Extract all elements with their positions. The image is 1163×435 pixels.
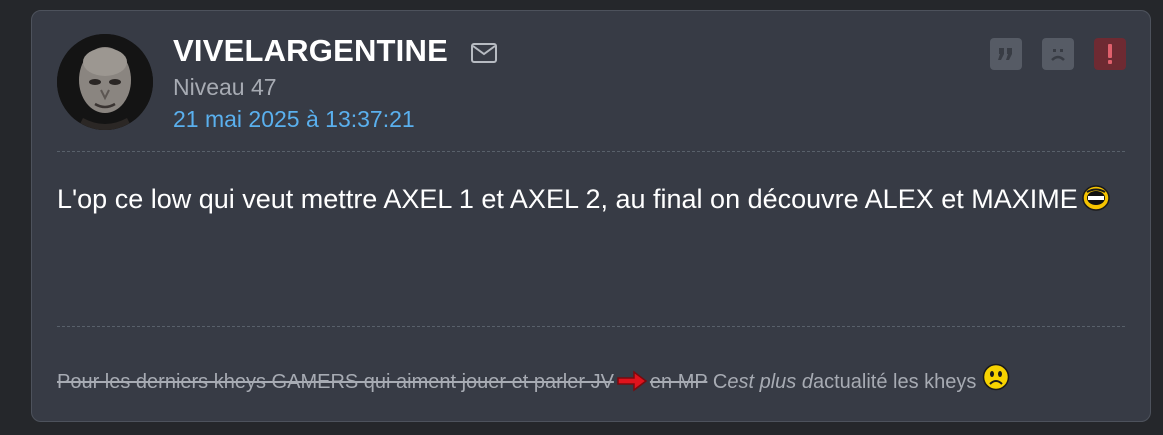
forum-post: VIVELARGENTINE Niveau 47 21 mai 2025 à 1… xyxy=(31,10,1151,422)
message-text: L'op ce low qui veut mettre AXEL 1 et AX… xyxy=(57,184,1078,214)
report-icon xyxy=(1108,44,1112,64)
signature-struck-text: Pour les derniers kheys GAMERS qui aimen… xyxy=(57,371,614,393)
avatar-image xyxy=(57,34,153,130)
worried-smiley-icon xyxy=(982,363,1010,397)
laughing-smiley-icon xyxy=(1082,182,1110,223)
red-arrow-icon xyxy=(616,370,648,398)
signature-struck-text-2: en MP xyxy=(649,371,708,393)
post-message: L'op ce low qui veut mettre AXEL 1 et AX… xyxy=(57,179,1117,223)
post-actions xyxy=(990,38,1126,70)
username[interactable]: VIVELARGENTINE xyxy=(173,33,448,69)
avatar[interactable] xyxy=(57,34,153,130)
signature-text-part3: actualité les kheys xyxy=(812,371,977,393)
signature-text-italic: est plus d xyxy=(727,371,813,393)
signature-text-part1: C xyxy=(712,371,728,393)
sad-face-icon xyxy=(1051,49,1065,61)
signature: Pour les derniers kheys GAMERS qui aimen… xyxy=(57,363,1010,398)
mail-icon[interactable] xyxy=(470,42,498,64)
signature-divider xyxy=(57,326,1125,327)
quote-icon xyxy=(998,48,1012,60)
sad-reaction-button[interactable] xyxy=(1042,38,1074,70)
user-level: Niveau 47 xyxy=(173,74,277,100)
post-date-link[interactable]: 21 mai 2025 à 13:37:21 xyxy=(173,106,415,133)
report-button[interactable] xyxy=(1094,38,1126,70)
header-divider xyxy=(57,151,1125,152)
quote-button[interactable] xyxy=(990,38,1022,70)
